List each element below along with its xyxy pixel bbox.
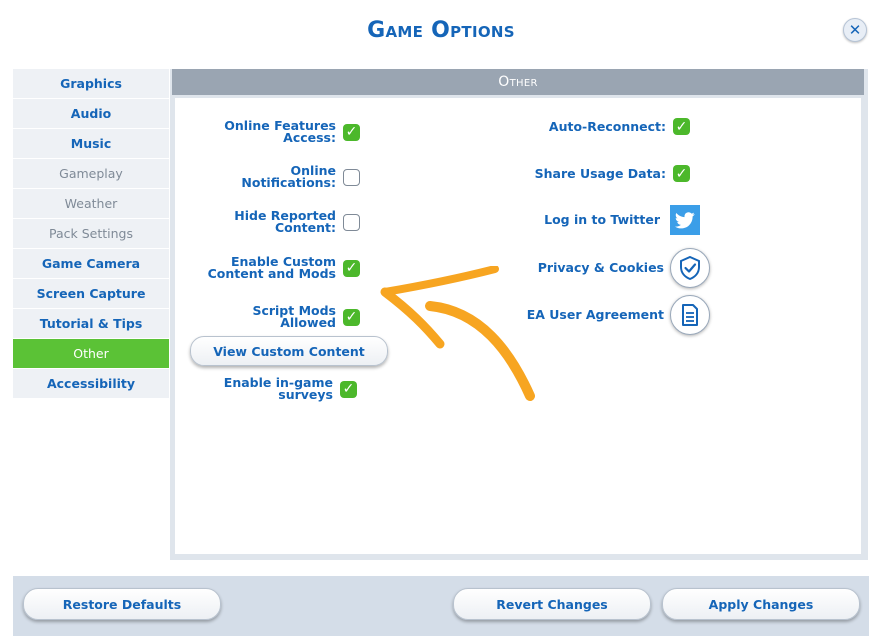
shield-check-icon bbox=[680, 256, 700, 280]
twitter-login-row: Log in to Twitter bbox=[505, 205, 700, 235]
option-hide-reported: Hide Reported Content: bbox=[195, 208, 360, 235]
sidebar-item-graphics[interactable]: Graphics bbox=[13, 69, 169, 98]
close-icon: ✕ bbox=[848, 21, 862, 39]
document-icon bbox=[682, 304, 698, 326]
page-title: Game Options bbox=[367, 18, 515, 43]
sidebar-item-weather[interactable]: Weather bbox=[13, 189, 169, 218]
privacy-cookies-link[interactable]: Privacy & Cookies bbox=[538, 261, 664, 274]
option-label: Enable in-game surveys bbox=[223, 375, 333, 402]
option-label: Online Notifications: bbox=[241, 163, 336, 190]
ea-user-agreement-link[interactable]: EA User Agreement bbox=[527, 308, 664, 321]
option-online-features: Online Features Access: ✓ bbox=[195, 118, 360, 145]
ea-user-agreement-button[interactable] bbox=[670, 295, 710, 335]
sidebar: Graphics Audio Music Gameplay Weather Pa… bbox=[13, 69, 169, 399]
checkmark-icon: ✓ bbox=[675, 118, 688, 135]
panel-header: Other bbox=[172, 69, 864, 95]
twitter-login-link[interactable]: Log in to Twitter bbox=[544, 213, 660, 226]
sidebar-item-gameplay[interactable]: Gameplay bbox=[13, 159, 169, 188]
option-in-game-surveys: Enable in-game surveys ✓ bbox=[195, 375, 357, 402]
auto-reconnect-checkbox[interactable]: ✓ bbox=[673, 118, 690, 135]
option-label: Online Features Access: bbox=[224, 118, 336, 145]
checkmark-icon: ✓ bbox=[675, 165, 688, 182]
enable-custom-content-checkbox[interactable]: ✓ bbox=[343, 259, 360, 277]
option-online-notifications: Online Notifications: bbox=[195, 163, 360, 190]
sidebar-item-game-camera[interactable]: Game Camera bbox=[13, 249, 169, 278]
close-button[interactable]: ✕ bbox=[843, 18, 867, 42]
option-label: Auto-Reconnect: bbox=[548, 118, 666, 134]
option-share-usage-data: Share Usage Data: ✓ bbox=[505, 165, 690, 182]
sidebar-item-accessibility[interactable]: Accessibility bbox=[13, 369, 169, 398]
twitter-button[interactable] bbox=[670, 205, 700, 235]
bottom-bar: Restore Defaults Revert Changes Apply Ch… bbox=[13, 576, 869, 636]
restore-defaults-button[interactable]: Restore Defaults bbox=[23, 588, 221, 620]
option-label: Share Usage Data: bbox=[534, 165, 666, 181]
apply-changes-button[interactable]: Apply Changes bbox=[662, 588, 860, 620]
sidebar-item-pack-settings[interactable]: Pack Settings bbox=[13, 219, 169, 248]
online-notifications-checkbox[interactable] bbox=[343, 168, 360, 186]
checkmark-icon: ✓ bbox=[345, 124, 358, 140]
option-label: Enable Custom Content and Mods bbox=[207, 254, 336, 281]
sidebar-item-other[interactable]: Other bbox=[13, 339, 169, 368]
hide-reported-checkbox[interactable] bbox=[343, 213, 360, 231]
revert-changes-button[interactable]: Revert Changes bbox=[453, 588, 651, 620]
sidebar-item-tutorial-tips[interactable]: Tutorial & Tips bbox=[13, 309, 169, 338]
sidebar-item-music[interactable]: Music bbox=[13, 129, 169, 158]
option-label: Hide Reported Content: bbox=[234, 208, 336, 235]
privacy-cookies-button[interactable] bbox=[670, 248, 710, 288]
share-usage-data-checkbox[interactable]: ✓ bbox=[673, 165, 690, 182]
sidebar-item-audio[interactable]: Audio bbox=[13, 99, 169, 128]
option-script-mods: Script Mods Allowed ✓ bbox=[195, 303, 360, 330]
sidebar-item-screen-capture[interactable]: Screen Capture bbox=[13, 279, 169, 308]
checkmark-icon: ✓ bbox=[345, 260, 358, 276]
option-auto-reconnect: Auto-Reconnect: ✓ bbox=[505, 118, 690, 135]
option-label: Script Mods Allowed bbox=[252, 303, 336, 330]
view-custom-content-button[interactable]: View Custom Content bbox=[190, 336, 388, 366]
annotation-arrow bbox=[380, 266, 535, 401]
twitter-icon bbox=[675, 211, 695, 228]
script-mods-checkbox[interactable]: ✓ bbox=[343, 308, 360, 326]
in-game-surveys-checkbox[interactable]: ✓ bbox=[340, 380, 357, 398]
online-features-checkbox[interactable]: ✓ bbox=[343, 123, 360, 141]
option-enable-custom-content: Enable Custom Content and Mods ✓ bbox=[195, 254, 360, 281]
checkmark-icon: ✓ bbox=[342, 381, 355, 397]
checkmark-icon: ✓ bbox=[345, 309, 358, 325]
